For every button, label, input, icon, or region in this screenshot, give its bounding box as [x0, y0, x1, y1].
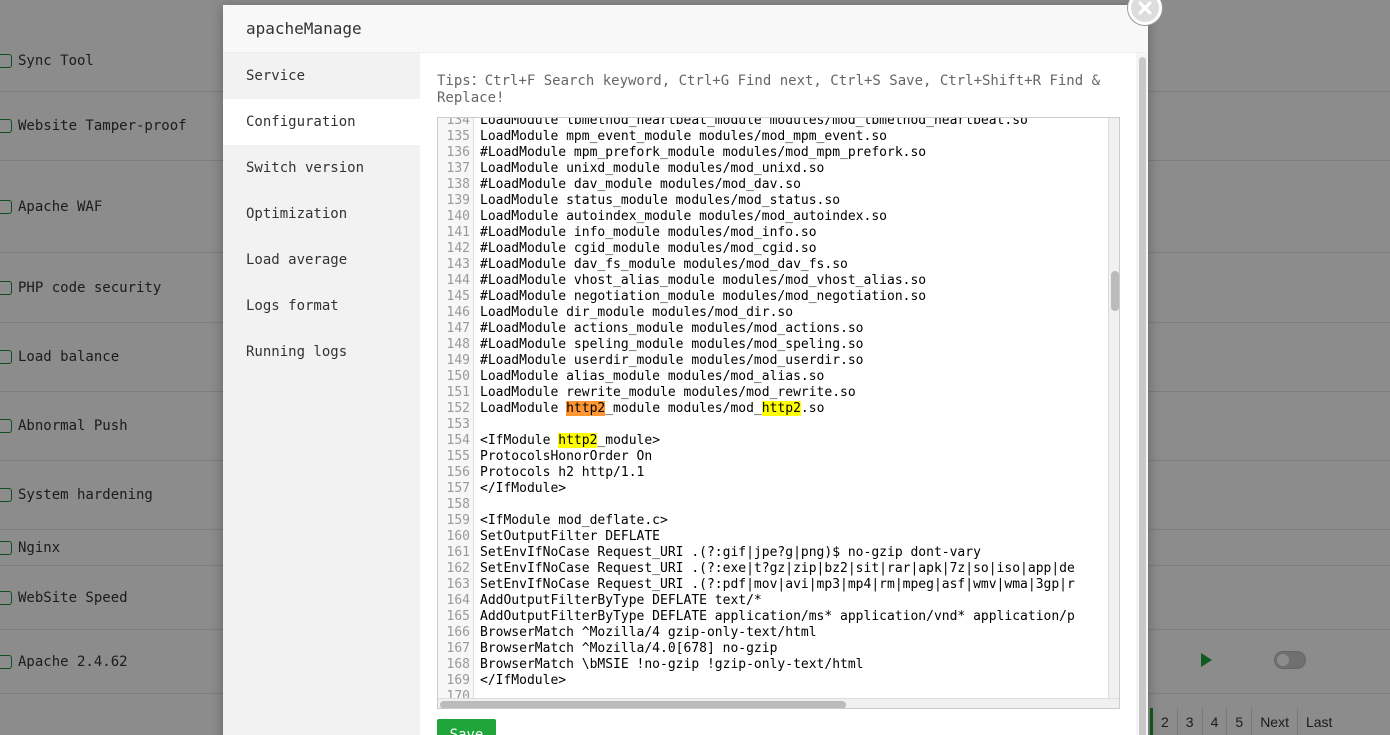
- dialog-scroll-thumb[interactable]: [1139, 57, 1146, 735]
- apache-manage-dialog: apacheManage Service Configuration Switch …: [223, 5, 1148, 735]
- line-number: 167: [446, 641, 470, 656]
- line-number: 141: [446, 225, 470, 240]
- line-number: 139: [446, 193, 470, 208]
- code-line[interactable]: #LoadModule mpm_prefork_module modules/m…: [475, 145, 1108, 161]
- line-number: 147: [446, 321, 470, 336]
- line-number: 155: [446, 449, 470, 464]
- code-line[interactable]: <IfModule mod_deflate.c>: [475, 513, 1108, 529]
- code-line[interactable]: #LoadModule cgid_module modules/mod_cgid…: [475, 241, 1108, 257]
- line-number: 169: [446, 673, 470, 688]
- close-icon: [1138, 1, 1152, 15]
- line-number: 157: [446, 481, 470, 496]
- code-line[interactable]: SetEnvIfNoCase Request_URI .(?:gif|jpe?g…: [475, 545, 1108, 561]
- sidebar-item-logs-format[interactable]: Logs format: [223, 283, 420, 329]
- line-number: 154: [446, 433, 470, 448]
- editor-tips: Tips：Ctrl+F Search keyword, Ctrl+G Find …: [437, 73, 1101, 106]
- code-line[interactable]: LoadModule lbmethod_heartbeat_module mod…: [475, 118, 1108, 129]
- search-match: http2: [761, 401, 801, 416]
- horizontal-scrollbar[interactable]: [438, 698, 1119, 708]
- line-number: 135: [446, 129, 470, 144]
- line-number: 150: [446, 369, 470, 384]
- code-line[interactable]: LoadModule http2_module modules/mod_http…: [475, 401, 1108, 417]
- code-line[interactable]: SetEnvIfNoCase Request_URI .(?:pdf|mov|a…: [475, 577, 1108, 593]
- search-match: http2: [558, 433, 598, 448]
- line-number: 161: [446, 545, 470, 560]
- code-line[interactable]: ProtocolsHonorOrder On: [475, 449, 1108, 465]
- line-number: 136: [446, 145, 470, 160]
- code-line[interactable]: </IfModule>: [475, 481, 1108, 497]
- dialog-title: apacheManage: [223, 5, 1148, 53]
- line-number: 137: [446, 161, 470, 176]
- line-number: 138: [446, 177, 470, 192]
- sidebar-item-running-logs[interactable]: Running logs: [223, 329, 420, 375]
- sidebar-item-service[interactable]: Service: [223, 53, 420, 99]
- save-button[interactable]: Save: [437, 719, 496, 735]
- line-number: 146: [446, 305, 470, 320]
- line-number: 140: [446, 209, 470, 224]
- line-number: 162: [446, 561, 470, 576]
- code-line[interactable]: #LoadModule vhost_alias_module modules/m…: [475, 273, 1108, 289]
- line-number: 153: [446, 417, 470, 432]
- code-line[interactable]: LoadModule mpm_event_module modules/mod_…: [475, 129, 1108, 145]
- code-line[interactable]: </IfModule>: [475, 673, 1108, 689]
- line-number: 163: [446, 577, 470, 592]
- code-line[interactable]: #LoadModule actions_module modules/mod_a…: [475, 321, 1108, 337]
- search-match: http2: [566, 401, 606, 416]
- code-line[interactable]: BrowserMatch ^Mozilla/4 gzip-only-text/h…: [475, 625, 1108, 641]
- code-line[interactable]: [475, 689, 1108, 698]
- line-number-gutter: 134 135 136 137 138 139 140 141 142 143 144 145 146 1…: [438, 118, 474, 698]
- line-number: 134: [446, 118, 470, 128]
- line-number: 164: [446, 593, 470, 608]
- line-number: 149: [446, 353, 470, 368]
- code-line[interactable]: <IfModule http2_module>: [475, 433, 1108, 449]
- line-number: 142: [446, 241, 470, 256]
- code-line[interactable]: #LoadModule dav_fs_module modules/mod_da…: [475, 257, 1108, 273]
- line-number: 152: [446, 401, 470, 416]
- code-line[interactable]: LoadModule autoindex_module modules/mod_…: [475, 209, 1108, 225]
- line-number: 168: [446, 657, 470, 672]
- code-line[interactable]: AddOutputFilterByType DEFLATE applicatio…: [475, 609, 1108, 625]
- line-number: 158: [446, 497, 470, 512]
- code-line[interactable]: BrowserMatch ^Mozilla/4.0[678] no-gzip: [475, 641, 1108, 657]
- line-number: 159: [446, 513, 470, 528]
- dialog-sidebar: Service Configuration Switch version Optimi…: [223, 53, 420, 735]
- line-number: 170: [446, 689, 470, 698]
- dialog-scrollbar[interactable]: [1136, 53, 1148, 735]
- code-line[interactable]: SetOutputFilter DEFLATE: [475, 529, 1108, 545]
- horizontal-scroll-thumb[interactable]: [440, 701, 846, 708]
- code-line[interactable]: LoadModule unixd_module modules/mod_unix…: [475, 161, 1108, 177]
- code-area[interactable]: LoadModule lbmethod_heartbeat_module mod…: [475, 118, 1108, 698]
- line-number: 151: [446, 385, 470, 400]
- code-line[interactable]: #LoadModule negotiation_module modules/m…: [475, 289, 1108, 305]
- line-number: 165: [446, 609, 470, 624]
- line-number: 156: [446, 465, 470, 480]
- code-line[interactable]: LoadModule dir_module modules/mod_dir.so: [475, 305, 1108, 321]
- code-line[interactable]: [475, 417, 1108, 433]
- code-line[interactable]: SetEnvIfNoCase Request_URI .(?:exe|t?gz|…: [475, 561, 1108, 577]
- code-line[interactable]: LoadModule status_module modules/mod_sta…: [475, 193, 1108, 209]
- sidebar-item-configuration[interactable]: Configuration: [223, 99, 420, 145]
- code-line[interactable]: #LoadModule info_module modules/mod_info…: [475, 225, 1108, 241]
- code-line[interactable]: LoadModule alias_module modules/mod_alia…: [475, 369, 1108, 385]
- sidebar-item-switch-version[interactable]: Switch version: [223, 145, 420, 191]
- code-line[interactable]: Protocols h2 http/1.1: [475, 465, 1108, 481]
- code-line[interactable]: #LoadModule speling_module modules/mod_s…: [475, 337, 1108, 353]
- code-line[interactable]: #LoadModule dav_module modules/mod_dav.s…: [475, 177, 1108, 193]
- line-number: 160: [446, 529, 470, 544]
- code-line[interactable]: LoadModule rewrite_module modules/mod_re…: [475, 385, 1108, 401]
- code-line[interactable]: BrowserMatch \bMSIE !no-gzip !gzip-only-…: [475, 657, 1108, 673]
- vertical-scrollbar[interactable]: [1108, 118, 1119, 698]
- sidebar-item-load-average[interactable]: Load average: [223, 237, 420, 283]
- config-editor[interactable]: 134 135 136 137 138 139 140 141 142 143 144 145 146 1…: [437, 117, 1120, 709]
- line-number: 166: [446, 625, 470, 640]
- code-line[interactable]: AddOutputFilterByType DEFLATE text/*: [475, 593, 1108, 609]
- line-number: 148: [446, 337, 470, 352]
- line-number: 145: [446, 289, 470, 304]
- vertical-scroll-thumb[interactable]: [1111, 271, 1119, 311]
- code-line[interactable]: [475, 497, 1108, 513]
- line-number: 144: [446, 273, 470, 288]
- line-number: 143: [446, 257, 470, 272]
- sidebar-item-optimization[interactable]: Optimization: [223, 191, 420, 237]
- code-line[interactable]: #LoadModule userdir_module modules/mod_u…: [475, 353, 1108, 369]
